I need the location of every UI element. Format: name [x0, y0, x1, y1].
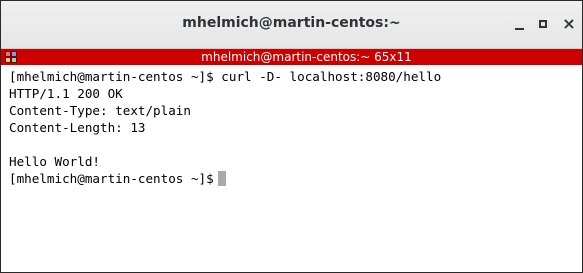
terminal-line: Content-Type: text/plain: [9, 103, 191, 118]
terminal-line: Content-Length: 13: [9, 120, 146, 135]
terminal-line: [mhelmich@martin-centos ~]$ curl -D- loc…: [9, 69, 442, 84]
terminal-output[interactable]: [mhelmich@martin-centos ~]$ curl -D- loc…: [1, 65, 582, 272]
minimize-icon: [514, 27, 524, 30]
terminal-line: Hello World!: [9, 154, 100, 169]
terminal-cursor: [217, 171, 226, 186]
terminal-header-title: mhelmich@martin-centos:~ 65x11: [201, 50, 412, 64]
close-button[interactable]: ×: [558, 13, 580, 35]
window-title: mhelmich@martin-centos:~: [182, 15, 401, 31]
maximize-icon: [539, 20, 547, 28]
minimize-button[interactable]: [508, 13, 530, 35]
maximize-button[interactable]: [532, 13, 554, 35]
close-icon: ×: [562, 14, 576, 33]
terminal-prompt: [mhelmich@martin-centos ~]$: [9, 171, 214, 186]
terminal-header-bar: mhelmich@martin-centos:~ 65x11: [1, 49, 582, 65]
window-titlebar[interactable]: mhelmich@martin-centos:~ ×: [1, 1, 582, 49]
terminal-window: mhelmich@martin-centos:~ × mhelmich@mart…: [0, 0, 583, 273]
terminal-prompt-line: [mhelmich@martin-centos ~]$: [9, 170, 582, 187]
terminal-line: HTTP/1.1 200 OK: [9, 86, 123, 101]
